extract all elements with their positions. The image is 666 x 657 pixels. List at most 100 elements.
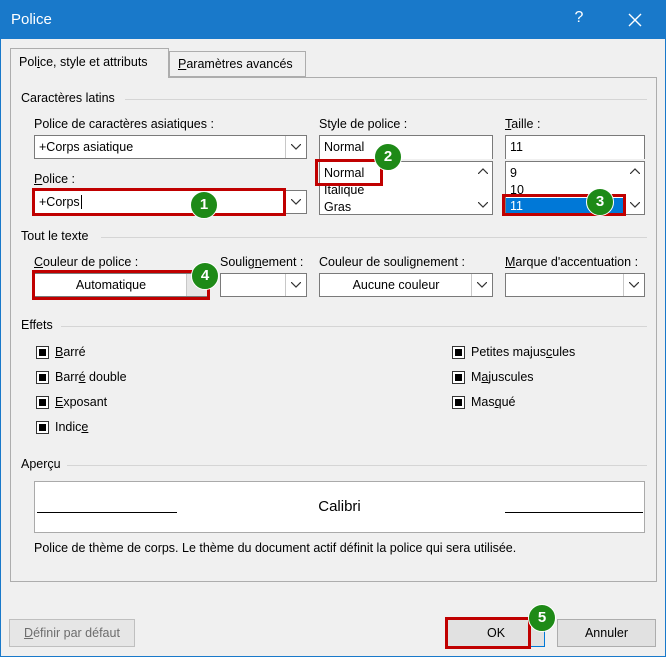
font-color-value: Automatique (75, 278, 147, 292)
size-input[interactable]: 11 (505, 135, 645, 159)
group-latin-label: Caractères latins (21, 91, 115, 105)
font-dialog: Police ? Police, style et attributs Para… (0, 0, 666, 657)
accent-label-post: arque d'accentuation : (515, 255, 639, 269)
group-divider (67, 465, 647, 466)
effect-label-pre: Petites majus (471, 345, 547, 359)
help-button[interactable]: ? (567, 9, 591, 27)
police-label: Police : (34, 172, 75, 186)
effect-label: Masqué (471, 395, 515, 409)
group-divider (61, 326, 647, 327)
step-badge-5: 5 (528, 604, 556, 632)
checkbox-superscript[interactable] (36, 396, 49, 409)
checkbox-strikethrough[interactable] (36, 346, 49, 359)
effect-label-mnemonic: é (78, 370, 86, 384)
asian-font-select[interactable]: +Corps asiatique (34, 135, 307, 159)
size-label: Taille : (505, 117, 540, 131)
cancel-button[interactable]: Annuler (557, 619, 656, 647)
checkbox-double-strikethrough[interactable] (36, 371, 49, 384)
tab-advanced[interactable]: Paramètres avancés (169, 51, 306, 77)
effect-label-mnemonic: e (81, 420, 89, 434)
chevron-down-icon[interactable] (471, 274, 492, 296)
list-item[interactable]: Italique (324, 182, 364, 198)
police-font-value: +Corps (39, 195, 80, 209)
size-value: 11 (510, 140, 523, 154)
group-effects-label: Effets (21, 318, 53, 332)
style-label: Style de police : (319, 117, 408, 131)
chevron-up-icon[interactable] (478, 168, 488, 174)
effect-label-pre: M (471, 370, 482, 384)
close-icon (628, 13, 642, 27)
group-divider (125, 99, 647, 100)
chevron-up-icon[interactable] (630, 168, 640, 174)
effect-label-post: juscules (488, 370, 534, 384)
step-badge-1: 1 (190, 191, 218, 219)
list-item[interactable]: 9 (510, 165, 517, 181)
chevron-down-icon[interactable] (285, 274, 306, 296)
accent-select[interactable] (505, 273, 645, 297)
list-item[interactable]: 10 (510, 182, 524, 198)
style-input[interactable]: Normal (319, 135, 493, 159)
checkbox-small-caps[interactable] (452, 346, 465, 359)
tab-font-style[interactable]: Police, style et attributs (10, 48, 169, 78)
underline-color-label: Couleur de soulignement : (319, 255, 465, 269)
window-title: Police (11, 11, 52, 28)
accent-label: Marque d'accentuation : (505, 255, 638, 269)
underline-color-select[interactable]: Aucune couleur (319, 273, 493, 297)
font-color-label-post: ouleur de police : (43, 255, 139, 269)
chevron-down-icon[interactable] (478, 202, 488, 208)
accent-label-mnemonic: M (505, 255, 516, 269)
underline-label-mnemonic: n (254, 255, 262, 269)
group-preview-label: Aperçu (21, 457, 61, 471)
underline-select[interactable] (220, 273, 307, 297)
text-cursor (80, 195, 82, 209)
scrollbar[interactable] (626, 162, 644, 214)
button-label-post: éfinir par défaut (33, 626, 120, 640)
title-bar: Police ? (1, 1, 665, 39)
button-mnemonic: D (24, 626, 34, 640)
preview-box: Calibri (34, 481, 645, 533)
effect-label-post: ué (501, 395, 516, 409)
size-label-post: aille : (511, 117, 541, 131)
asian-font-label: Police de caractères asiatiques : (34, 117, 214, 131)
set-default-button[interactable]: Définir par défaut (9, 619, 135, 647)
underline-label-pre: Soulig (220, 255, 255, 269)
checkbox-all-caps[interactable] (452, 371, 465, 384)
underline-label-post: ement : (261, 255, 304, 269)
step-badge-2: 2 (374, 143, 402, 171)
effect-label: Majuscules (471, 370, 534, 384)
chevron-down-icon[interactable] (630, 202, 640, 208)
police-font-select[interactable]: +Corps (34, 190, 307, 214)
checkbox-hidden[interactable] (452, 396, 465, 409)
group-divider (101, 237, 647, 238)
chevron-down-icon[interactable] (285, 191, 306, 213)
effect-label: Indice (55, 420, 88, 434)
tab-label-pre: Pol (19, 55, 38, 69)
preview-sample: Calibri (318, 498, 361, 515)
effect-label-post: arré (63, 345, 86, 359)
effect-label-post: ules (552, 345, 576, 359)
list-item[interactable]: Gras (324, 199, 351, 214)
effect-label-pre: Barr (55, 370, 79, 384)
effect-label-post: xposant (63, 395, 108, 409)
effect-label: Exposant (55, 395, 107, 409)
close-button[interactable] (623, 9, 647, 31)
size-listbox[interactable]: 9 10 11 (505, 161, 645, 215)
step-badge-3: 3 (586, 188, 614, 216)
effect-label: Barré double (55, 370, 127, 384)
underline-color-value: Aucune couleur (352, 278, 440, 292)
effect-label: Petites majuscules (471, 345, 575, 359)
font-color-label: Couleur de police : (34, 255, 138, 269)
list-item[interactable]: Normal (324, 165, 364, 181)
font-color-select[interactable]: Automatique (34, 273, 208, 297)
effect-label-post: double (85, 370, 127, 384)
chevron-down-icon[interactable] (285, 136, 306, 158)
chevron-down-icon[interactable] (623, 274, 644, 296)
style-listbox[interactable]: Normal Italique Gras (319, 161, 493, 215)
police-label-post: olice : (42, 172, 75, 186)
scrollbar[interactable] (474, 162, 492, 214)
effect-label-pre: Mas (471, 395, 495, 409)
preview-description: Police de thème de corps. Le thème du do… (34, 541, 517, 555)
tab-label-post: aramètres avancés (186, 57, 293, 71)
checkbox-subscript[interactable] (36, 421, 49, 434)
effect-label-mnemonic: q (494, 395, 502, 409)
